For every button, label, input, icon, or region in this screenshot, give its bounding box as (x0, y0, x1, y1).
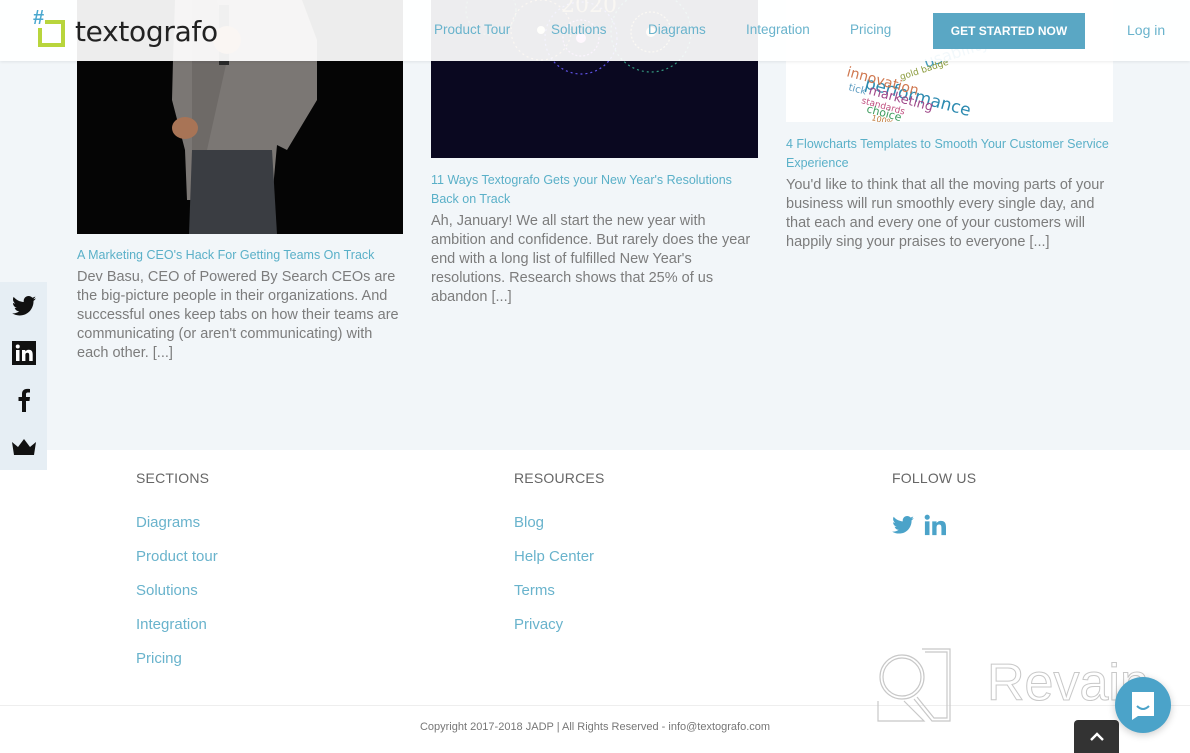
site-header: # textografo Product Tour Solutions Diag… (0, 0, 1190, 61)
logo-mark-icon: # (32, 8, 67, 48)
nav-solutions[interactable]: Solutions (551, 22, 607, 37)
share-crown-button[interactable] (0, 423, 47, 470)
footer-link-product-tour[interactable]: Product tour (136, 548, 218, 582)
post-title[interactable]: 4 Flowcharts Templates to Smooth Your Cu… (786, 135, 1116, 173)
chevron-up-icon (1089, 731, 1104, 741)
share-sidebar (0, 282, 47, 470)
nav-pricing[interactable]: Pricing (850, 22, 891, 37)
twitter-icon (892, 516, 914, 534)
footer-link-blog[interactable]: Blog (514, 514, 604, 548)
chat-widget-button[interactable] (1115, 677, 1171, 733)
share-twitter-button[interactable] (0, 282, 47, 329)
get-started-button[interactable]: GET STARTED NOW (933, 13, 1085, 49)
footer-link-diagrams[interactable]: Diagrams (136, 514, 218, 548)
footer-heading: RESOURCES (514, 470, 605, 486)
footer-link-integration[interactable]: Integration (136, 616, 218, 650)
post-title[interactable]: 11 Ways Textografo Gets your New Year's … (431, 171, 761, 209)
copyright-text: Copyright 2017-2018 JADP | All Rights Re… (419, 721, 771, 733)
chat-icon (1132, 692, 1154, 720)
footer-link-help-center[interactable]: Help Center (514, 548, 604, 582)
post-excerpt: You'd like to think that all the moving … (786, 177, 1105, 250)
scroll-to-top-button[interactable] (1074, 720, 1119, 753)
crown-icon (11, 438, 36, 455)
blog-content-area: A Marketing CEO's Hack For Getting Teams… (0, 0, 1190, 450)
nav-diagrams[interactable]: Diagrams (648, 22, 706, 37)
login-link[interactable]: Log in (1127, 22, 1165, 38)
footer-resources: RESOURCES Blog Help Center Terms Privacy (514, 470, 604, 650)
logo[interactable]: # textografo (32, 8, 218, 49)
footer-link-pricing[interactable]: Pricing (136, 650, 218, 684)
follow-linkedin-link[interactable] (924, 514, 946, 541)
nav-product-tour[interactable]: Product Tour (434, 22, 510, 37)
facebook-icon (18, 388, 30, 412)
linkedin-icon (11, 340, 36, 365)
share-facebook-button[interactable] (0, 376, 47, 423)
logo-text: textografo (75, 14, 218, 48)
footer-follow: FOLLOW US (892, 470, 976, 486)
footer-heading: SECTIONS (136, 470, 210, 486)
follow-icons (892, 514, 946, 541)
twitter-icon (11, 295, 36, 315)
footer-link-privacy[interactable]: Privacy (514, 616, 604, 650)
post-excerpt: Ah, January! We all start the new year w… (431, 213, 751, 305)
linkedin-icon (924, 514, 946, 536)
follow-twitter-link[interactable] (892, 516, 914, 539)
footer-link-terms[interactable]: Terms (514, 582, 604, 616)
footer-heading: FOLLOW US (892, 470, 977, 486)
nav-integration[interactable]: Integration (746, 22, 810, 37)
footer-sections: SECTIONS Diagrams Product tour Solutions… (136, 470, 218, 684)
post-excerpt: Dev Basu, CEO of Powered By Search CEOs … (77, 269, 399, 361)
post-title[interactable]: A Marketing CEO's Hack For Getting Teams… (77, 246, 407, 265)
share-linkedin-button[interactable] (0, 329, 47, 376)
footer-link-solutions[interactable]: Solutions (136, 582, 218, 616)
